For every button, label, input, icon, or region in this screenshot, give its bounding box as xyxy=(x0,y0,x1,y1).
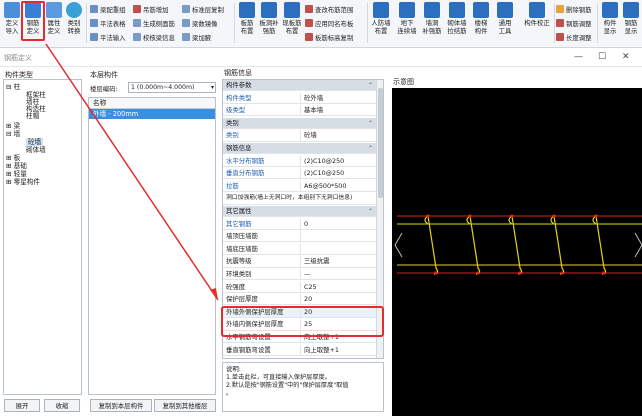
annotation-arrow xyxy=(45,43,219,301)
